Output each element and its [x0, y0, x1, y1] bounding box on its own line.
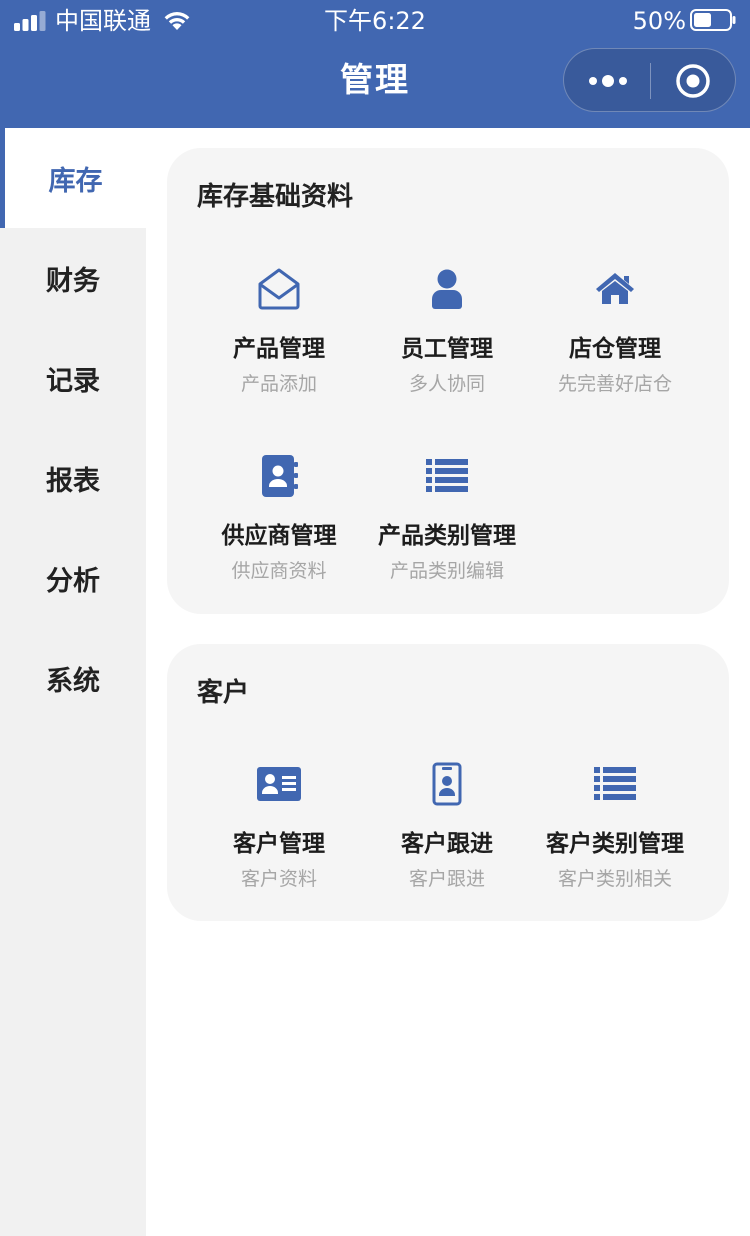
sidebar-item-finance[interactable]: 财务 — [0, 228, 146, 328]
home-icon — [596, 273, 634, 304]
item-label: 客户管理 — [233, 831, 325, 857]
address-book-icon — [262, 455, 298, 497]
id-badge-icon — [432, 762, 462, 806]
item-label: 店仓管理 — [569, 336, 661, 362]
item-subtitle: 多人协同 — [408, 373, 485, 395]
sidebar: 库存 财务 记录 报表 分析 系统 — [0, 128, 146, 1236]
item-label: 客户类别管理 — [546, 831, 684, 857]
item-subtitle: 客户跟进 — [408, 868, 485, 890]
store-warehouse-management-item[interactable]: 店仓管理 先完善好店仓 — [531, 266, 699, 396]
item-label: 产品类别管理 — [378, 523, 516, 549]
sidebar-item-system[interactable]: 系统 — [0, 628, 146, 728]
status-bar: 中国联通 下午6:22 50% — [0, 0, 750, 42]
staff-management-item[interactable]: 员工管理 多人协同 — [363, 266, 531, 396]
battery-icon — [690, 9, 736, 31]
list-icon — [426, 459, 468, 492]
item-label: 供应商管理 — [221, 523, 337, 549]
supplier-management-item[interactable]: 供应商管理 供应商资料 — [195, 453, 363, 583]
sidebar-item-reports[interactable]: 报表 — [0, 428, 146, 528]
item-subtitle: 客户资料 — [240, 868, 317, 890]
id-card-icon — [257, 767, 301, 801]
header: 中国联通 下午6:22 50% 管理 — [0, 0, 750, 128]
sidebar-item-inventory[interactable]: 库存 — [0, 128, 146, 228]
item-subtitle: 先完善好店仓 — [557, 373, 672, 395]
sidebar-item-analysis[interactable]: 分析 — [0, 528, 146, 628]
item-subtitle: 产品类别编辑 — [389, 560, 504, 582]
item-label: 客户跟进 — [401, 831, 493, 857]
customer-management-item[interactable]: 客户管理 客户资料 — [195, 761, 363, 891]
target-icon[interactable] — [675, 63, 711, 99]
customer-follow-up-item[interactable]: 客户跟进 客户跟进 — [363, 761, 531, 891]
list-icon — [594, 767, 636, 800]
envelope-open-icon — [258, 268, 300, 310]
user-icon — [432, 269, 462, 309]
mini-program-capsule — [563, 48, 736, 112]
more-dots-icon[interactable] — [586, 69, 630, 93]
sidebar-item-records[interactable]: 记录 — [0, 328, 146, 428]
inventory-basics-card: 库存基础资料 产品管理 产品添加 员工管理 多人协同 店仓管理 先完善好店仓 供… — [167, 148, 729, 614]
section-title: 库存基础资料 — [197, 182, 354, 212]
section-title: 客户 — [197, 678, 250, 708]
item-subtitle: 供应商资料 — [231, 560, 327, 582]
battery-percent: 50% — [632, 7, 686, 35]
product-management-item[interactable]: 产品管理 产品添加 — [195, 266, 363, 396]
customers-card: 客户 客户管理 客户资料 客户跟进 客户跟进 客户类别管理 客户类别相关 — [167, 644, 729, 921]
product-category-management-item[interactable]: 产品类别管理 产品类别编辑 — [363, 453, 531, 583]
item-label: 产品管理 — [233, 336, 325, 362]
item-subtitle: 产品添加 — [240, 373, 317, 395]
item-subtitle: 客户类别相关 — [557, 868, 672, 890]
item-label: 员工管理 — [401, 336, 493, 362]
capsule-divider — [650, 63, 651, 99]
customer-category-management-item[interactable]: 客户类别管理 客户类别相关 — [531, 761, 699, 891]
